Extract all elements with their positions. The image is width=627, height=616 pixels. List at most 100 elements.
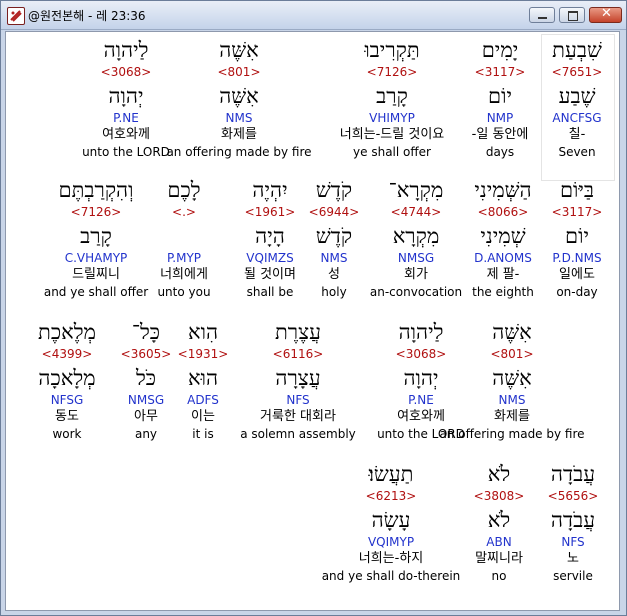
english-gloss: and ye shall do-therein (321, 569, 461, 583)
hebrew-word: יָמִים (481, 38, 519, 62)
word-entry[interactable]: קֹדֶשׁ <6944> קֹדֶשׁ NMS 성 holy (303, 176, 365, 300)
hebrew-root: יְהוָה (403, 366, 439, 390)
strong-number[interactable]: <.> (144, 204, 224, 220)
strong-number[interactable]: <7126> (36, 204, 156, 220)
hebrew-word: לָכֶם (167, 178, 201, 202)
word-entry[interactable]: שִׁבְעַת <7651> שֶׁבַע ANCFSG 칠- Seven (542, 36, 612, 160)
hebrew-root (144, 222, 224, 250)
hebrew-word: עֲצֶרֶת (274, 320, 321, 344)
word-entry[interactable]: כָּל־ <3605> כֹּל NMSG 아무 any (116, 318, 176, 442)
minimize-icon (538, 17, 547, 19)
word-entry[interactable]: יִהְיֶה <1961> הָיָה VQIMZS 될 것이며 shall be (235, 176, 305, 300)
word-entry[interactable]: עֲצֶרֶת <6116> עֲצָרָה NFS 거룩한 대회라 a solemn a… (233, 318, 363, 442)
word-entry[interactable]: הַשְּׁמִינִי <8066> שְׁמִינִי D.ANOMS 제 팔-th… (462, 176, 544, 300)
korean-gloss: 동도 (55, 409, 79, 424)
hebrew-root: עָשָׂה (371, 508, 411, 532)
word-entry[interactable]: תַּקְרִיבוּ <7126> קָרַב VHIMYP 너희는-드릴 것이요 ye… (317, 36, 467, 160)
english-gloss: Seven (558, 145, 596, 159)
morphology-code: NMP (486, 111, 514, 125)
hebrew-word: בַּיּוֹם (559, 178, 595, 202)
word-entry[interactable]: יָמִים <3117> יוֹם NMP -일 동안에 days (455, 36, 545, 160)
morphology-code: C.VHAMYP (64, 251, 128, 265)
hebrew-word: הִוא (187, 320, 219, 344)
word-entry[interactable]: עֲבֹדָה <5656> עֲבֹדָה NFS 노 servile (538, 460, 608, 584)
hebrew-word: כָּל־ (131, 320, 161, 344)
hebrew-root: הוּא (187, 366, 219, 390)
korean-gloss: 아무 (134, 409, 158, 424)
strong-number[interactable]: <1931> (173, 346, 233, 362)
hebrew-word: עֲבֹדָה (550, 462, 596, 486)
korean-gloss: -일 동안에 (471, 127, 529, 142)
morphology-code: NMSG (397, 251, 435, 265)
strong-number[interactable]: <4744> (368, 204, 464, 220)
word-entry[interactable]: מְלֶאכֶת <4399> מְלָאכָה NFSG 동도 work (27, 318, 107, 442)
english-gloss: the eighth (472, 285, 534, 299)
english-gloss: any (134, 427, 158, 441)
close-icon: ✕ (601, 6, 612, 21)
english-gloss: no (491, 569, 507, 583)
english-gloss: work (52, 427, 82, 441)
morphology-code: NFS (561, 535, 585, 549)
korean-gloss: 거룩한 대회라 (260, 409, 336, 424)
morphology-code: ANCFSG (552, 111, 602, 125)
bible-window: @원전본해 - 레 23:36 ✕ שִׁבְעַת <7651> שֶׁבַע AN… (0, 0, 627, 616)
strong-number[interactable]: <3117> (542, 204, 612, 220)
morphology-code: VHIMYP (369, 111, 415, 125)
hebrew-root: עֲצָרָה (275, 366, 321, 390)
english-gloss: ye shall offer (353, 145, 431, 159)
english-gloss: on-day (556, 285, 598, 299)
strong-number[interactable]: <5656> (538, 488, 608, 504)
strong-number[interactable]: <3117> (455, 64, 545, 80)
korean-gloss: 너희에게 (160, 267, 208, 282)
hebrew-root: עֲבֹדָה (550, 508, 596, 532)
morphology-code: VQIMZS (246, 251, 294, 265)
title-bar[interactable]: @원전본해 - 레 23:36 ✕ (1, 1, 626, 30)
strong-number[interactable]: <3605> (116, 346, 176, 362)
strong-number[interactable]: <7126> (317, 64, 467, 80)
hebrew-root: מְלָאכָה (38, 366, 96, 390)
hebrew-root: קֹדֶשׁ (315, 224, 353, 248)
hebrew-word: הַשְּׁמִינִי (474, 178, 532, 202)
korean-gloss: 될 것이며 (244, 267, 296, 282)
strong-number[interactable]: <4399> (27, 346, 107, 362)
word-entry[interactable]: מִקְרָא־ <4744> מִקְרָא NMSG 회가 an-convocatio… (368, 176, 464, 300)
morphology-code: ABN (486, 535, 512, 549)
word-entry[interactable]: לַיהוָה <3068> יְהוָה P.NE 여호와께 unto the LORD (61, 36, 191, 160)
strong-number[interactable]: <6116> (233, 346, 363, 362)
english-gloss: shall be (246, 285, 294, 299)
english-gloss: and ye shall offer (43, 285, 149, 299)
word-entry[interactable]: תַעֲשׂוּ׃ <6213> עָשָׂה VQIMYP 너희는-하지 and ye … (321, 460, 461, 584)
hebrew-word: לַיהוָה (103, 38, 149, 62)
word-entry[interactable]: לַיהוָה <3068> יְהוָה P.NE 여호와께 unto the LORD (366, 318, 476, 442)
hebrew-root: הָיָה (255, 224, 285, 248)
strong-number[interactable]: <1961> (235, 204, 305, 220)
hebrew-word: מְלֶאכֶת (38, 320, 96, 344)
strong-number[interactable]: <7651> (542, 64, 612, 80)
maximize-icon (568, 11, 578, 21)
hebrew-root: שְׁמִינִי (480, 224, 526, 248)
word-entry[interactable]: וְהִקְרַבְתֶּם <7126> קָרַב C.VHAMYP 드릴찌니 and… (36, 176, 156, 300)
strong-number[interactable]: <6944> (303, 204, 365, 220)
strong-number[interactable]: <3808> (464, 488, 534, 504)
minimize-button[interactable] (529, 7, 555, 23)
strong-number[interactable]: <3068> (366, 346, 476, 362)
morphology-code: VQIMYP (367, 535, 415, 549)
word-entry[interactable]: בַּיּוֹם <3117> יוֹם P.D.NMS 일에도 on-day (542, 176, 612, 300)
maximize-button[interactable] (559, 7, 585, 23)
morphology-code: ADFS (187, 393, 219, 407)
strong-number[interactable]: <6213> (321, 488, 461, 504)
strong-number[interactable]: <8066> (462, 204, 544, 220)
hebrew-word: מִקְרָא־ (388, 178, 444, 202)
word-entry[interactable]: לָכֶם <.> P.MYP 너희에게 unto you (144, 176, 224, 300)
english-gloss: unto you (157, 285, 211, 299)
hebrew-root: קָרַב (80, 224, 112, 248)
hebrew-word: יִהְיֶה (252, 178, 288, 202)
strong-number[interactable]: <3068> (61, 64, 191, 80)
close-button[interactable]: ✕ (589, 6, 622, 23)
word-entry[interactable]: לֹא <3808> לֹא ABN 말찌니라 no (464, 460, 534, 584)
english-gloss: holy (321, 285, 347, 299)
app-icon[interactable] (7, 7, 25, 25)
word-entry[interactable]: הִוא <1931> הוּא ADFS 이는 it is (173, 318, 233, 442)
morphology-code: NMSG (127, 393, 165, 407)
hebrew-root: קָרַב (376, 84, 408, 108)
